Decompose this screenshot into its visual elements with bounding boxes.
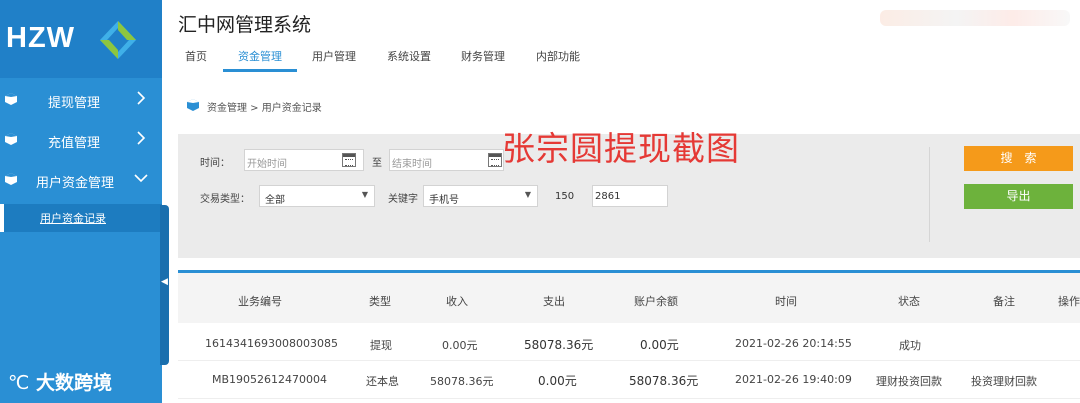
caret-down-icon: ▼ xyxy=(524,190,531,199)
caret-down-icon: ▼ xyxy=(361,190,368,199)
keyword-type-value: 手机号 xyxy=(429,195,459,206)
tab-system-settings[interactable]: 系统设置 xyxy=(387,48,431,64)
hexagon-box-icon xyxy=(5,93,17,105)
sidebar-collapse-handle[interactable]: ◀ xyxy=(160,205,169,365)
app-title: 汇中网管理系统 xyxy=(178,14,312,36)
search-button[interactable]: 搜索 xyxy=(964,146,1073,171)
watermark: ℃ 大数跨境 xyxy=(8,368,112,395)
column-header: 收入 xyxy=(446,295,468,308)
tab-finance[interactable]: 财务管理 xyxy=(461,48,505,64)
hexagon-box-icon xyxy=(187,99,199,111)
cell-balance: 0.00元 xyxy=(640,338,679,352)
tab-funds[interactable]: 资金管理 xyxy=(238,48,282,64)
sidebar-item-user-funds[interactable]: 用户资金管理 xyxy=(0,160,162,200)
sidebar: HZW 提现管理 充值管理 用户资金管理 用户资金记录 ℃ 大数跨境 xyxy=(0,0,162,403)
time-label: 时间： xyxy=(200,158,230,169)
cell-income: 0.00元 xyxy=(442,339,478,352)
cell-id: MB19052612470004 xyxy=(212,373,328,386)
sidebar-subitem-label: 用户资金记录 xyxy=(40,212,106,225)
filter-divider xyxy=(929,147,930,242)
cell-remark: 投资理财回款 xyxy=(971,375,1037,388)
triangle-left-icon: ◀ xyxy=(161,277,168,287)
calendar-icon[interactable] xyxy=(342,153,356,167)
cell-type: 提现 xyxy=(370,339,392,352)
sidebar-subitem-user-fund-records[interactable]: 用户资金记录 xyxy=(0,204,162,232)
cell-income: 58078.36元 xyxy=(430,375,494,388)
trade-type-label: 交易类型： xyxy=(200,194,250,205)
tab-home[interactable]: 首页 xyxy=(185,48,207,64)
logo: HZW xyxy=(0,0,162,78)
column-header: 业务编号 xyxy=(238,295,282,308)
calendar-icon[interactable] xyxy=(488,153,502,167)
cell-id: 1614341693008003085 xyxy=(205,337,338,350)
sidebar-item-label: 用户资金管理 xyxy=(36,176,115,191)
column-header: 时间 xyxy=(775,295,797,308)
tab-internal[interactable]: 内部功能 xyxy=(536,48,580,64)
sidebar-item-label: 充值管理 xyxy=(48,136,101,151)
active-tab-underline xyxy=(223,69,297,72)
keyword-type-select[interactable]: 手机号 ▼ xyxy=(423,185,538,207)
cell-type: 还本息 xyxy=(366,375,399,388)
chevron-right-icon xyxy=(137,131,146,145)
watermark-logo-icon: ℃ xyxy=(8,372,30,394)
column-header: 类型 xyxy=(369,295,391,308)
cell-status: 成功 xyxy=(899,339,921,352)
trade-type-value: 全部 xyxy=(265,195,285,206)
cell-time: 2021-02-26 19:40:09 xyxy=(735,373,852,386)
blurred-user-info xyxy=(880,10,1070,26)
breadcrumb: 资金管理 > 用户资金记录 xyxy=(207,103,322,114)
to-label: 至 xyxy=(372,158,382,169)
sidebar-item-recharge[interactable]: 充值管理 xyxy=(0,120,162,160)
watermark-text: 大数跨境 xyxy=(35,372,112,394)
column-header: 账户余额 xyxy=(634,295,678,308)
table-header xyxy=(178,273,1080,323)
column-header: 支出 xyxy=(543,295,565,308)
column-header: 操作 xyxy=(1058,295,1080,308)
hexagon-box-icon xyxy=(5,173,17,185)
logo-mark-icon xyxy=(100,21,136,59)
sidebar-item-label: 提现管理 xyxy=(48,96,101,111)
end-time-input[interactable]: 结束时间 xyxy=(389,149,504,171)
chevron-right-icon xyxy=(137,91,146,105)
cell-status: 理财投资回款 xyxy=(876,375,942,388)
sidebar-item-withdraw[interactable]: 提现管理 xyxy=(0,80,162,120)
hexagon-box-icon xyxy=(5,133,17,145)
cell-expense: 0.00元 xyxy=(538,374,577,388)
cell-time: 2021-02-26 20:14:55 xyxy=(735,337,852,350)
chevron-down-icon xyxy=(134,174,148,183)
active-indicator xyxy=(0,204,4,232)
column-header: 备注 xyxy=(993,295,1015,308)
column-header: 状态 xyxy=(898,295,920,308)
keyword-label: 关键字 xyxy=(388,194,418,205)
phone-prefix: 150 xyxy=(550,185,586,207)
cell-balance: 58078.36元 xyxy=(629,374,699,388)
logo-text: HZW xyxy=(6,22,76,54)
trade-type-select[interactable]: 全部 ▼ xyxy=(259,185,375,207)
overlay-annotation: 张宗圆提现截图 xyxy=(502,129,740,168)
export-button[interactable]: 导出 xyxy=(964,184,1073,209)
keyword-input[interactable]: 2861 xyxy=(592,185,668,207)
tab-users[interactable]: 用户管理 xyxy=(312,48,356,64)
cell-expense: 58078.36元 xyxy=(524,338,594,352)
